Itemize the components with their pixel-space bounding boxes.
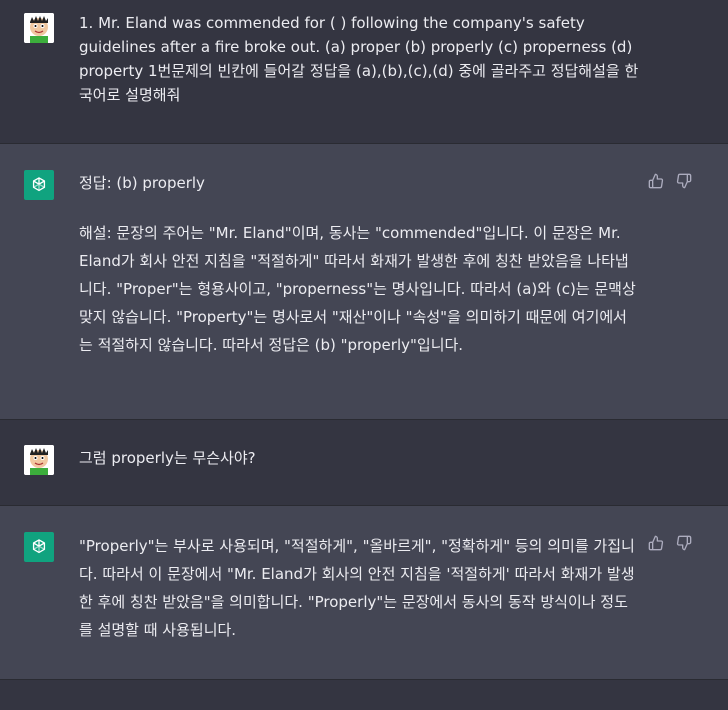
feedback-actions — [648, 535, 692, 551]
openai-logo-icon — [32, 539, 46, 554]
answer-paragraph: "Properly"는 부사로 사용되며, "적절하게", "올바르게", "정… — [79, 537, 635, 639]
assistant-avatar — [24, 532, 54, 562]
openai-logo-icon — [32, 177, 46, 192]
assistant-message-text: "Properly"는 부사로 사용되며, "적절하게", "올바르게", "정… — [79, 532, 639, 644]
user-message-2: 그럼 properly는 무슨사야? — [0, 420, 728, 506]
thumbs-up-icon[interactable] — [648, 535, 664, 551]
thumbs-up-icon[interactable] — [648, 173, 664, 189]
user-avatar-image — [24, 13, 54, 43]
assistant-message-2: "Properly"는 부사로 사용되며, "적절하게", "올바르게", "정… — [0, 506, 728, 680]
assistant-message-text: 정답: (b) properly 해설: 문장의 주어는 "Mr. Eland"… — [79, 171, 639, 359]
assistant-message-1: 정답: (b) properly 해설: 문장의 주어는 "Mr. Eland"… — [0, 144, 728, 420]
user-avatar-image — [24, 445, 54, 475]
bottom-area — [0, 680, 728, 710]
thumbs-down-icon[interactable] — [676, 173, 692, 189]
explanation-paragraph: 해설: 문장의 주어는 "Mr. Eland"이며, 동사는 "commende… — [79, 224, 636, 354]
feedback-actions — [648, 173, 692, 189]
user-avatar — [24, 445, 54, 475]
answer-line: 정답: (b) properly — [79, 174, 205, 192]
user-avatar — [24, 13, 54, 43]
assistant-avatar — [24, 170, 54, 200]
user-message-1: 1. Mr. Eland was commended for ( ) follo… — [0, 0, 728, 144]
user-message-text: 그럼 properly는 무슨사야? — [79, 449, 256, 467]
thumbs-down-icon[interactable] — [676, 535, 692, 551]
user-message-text: 1. Mr. Eland was commended for ( ) follo… — [79, 14, 639, 104]
